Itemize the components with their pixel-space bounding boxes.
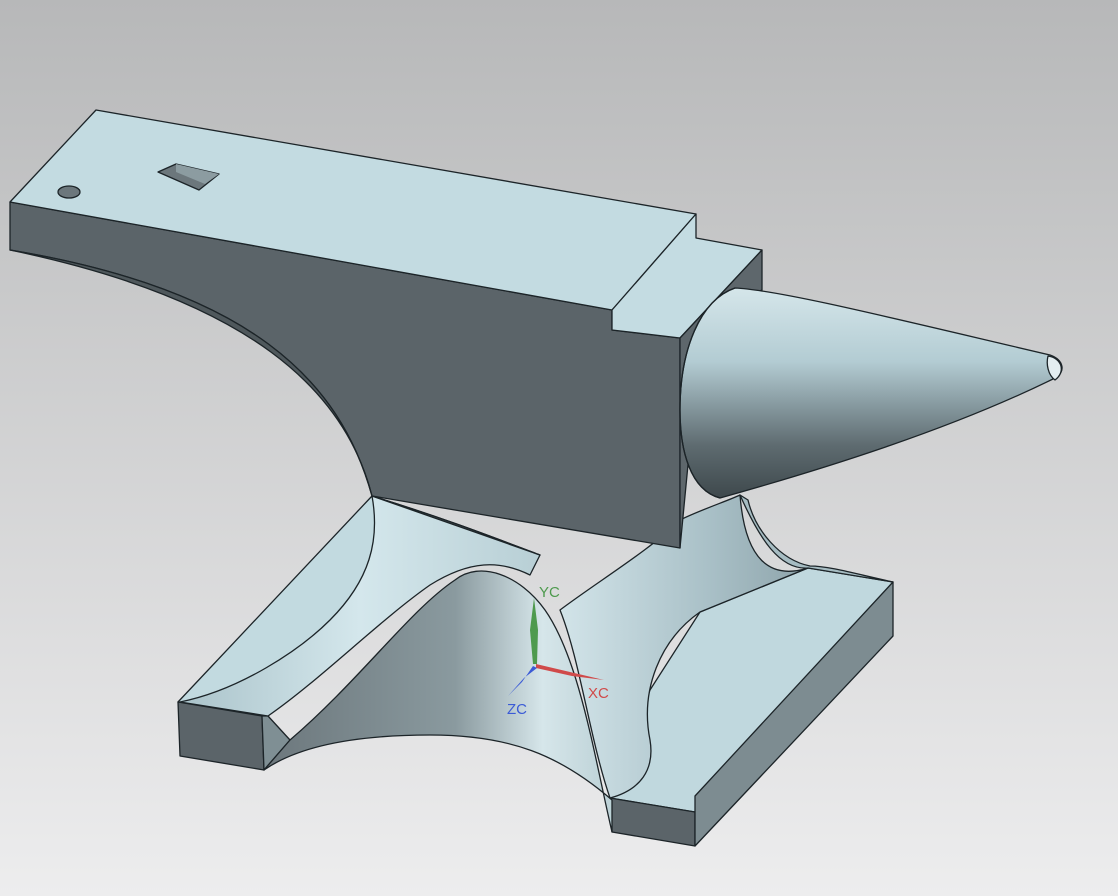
yc-label: YC <box>539 584 560 601</box>
zc-label: ZC <box>507 701 527 718</box>
3d-scene[interactable]: YC XC ZC <box>0 0 1118 896</box>
xc-label: XC <box>588 685 609 702</box>
pritchel-hole[interactable] <box>57 185 81 199</box>
graphics-viewport[interactable]: YC XC ZC <box>0 0 1118 896</box>
